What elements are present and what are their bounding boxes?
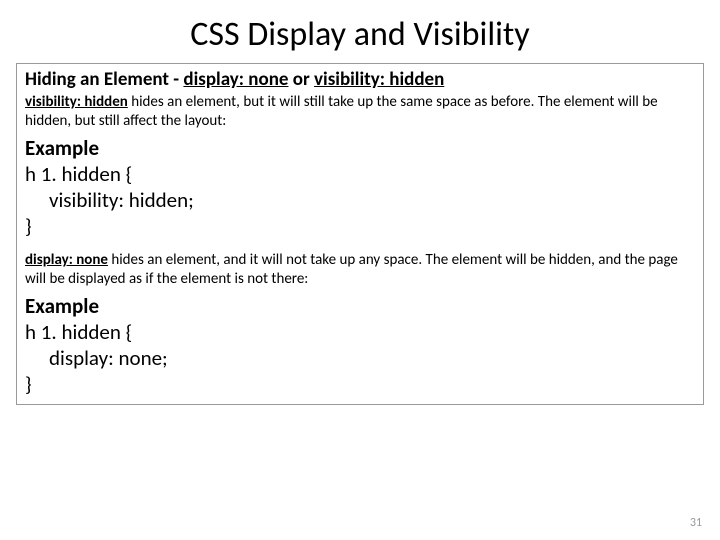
content-box: Hiding an Element - display: none or vis… xyxy=(16,63,704,405)
code-line: } xyxy=(25,371,32,397)
code-line: visibility: hidden; xyxy=(25,187,695,213)
code-block-display: h 1. hidden { display: none; } xyxy=(25,319,695,398)
display-rest-text: hides an element, and it will not take u… xyxy=(25,251,678,288)
display-paragraph: display: none hides an element, and it w… xyxy=(25,251,695,289)
code-line: h 1. hidden { xyxy=(25,161,132,187)
subheading-term-display: display: none xyxy=(183,68,288,91)
page-number: 31 xyxy=(690,516,702,530)
slide-title: CSS Display and Visibility xyxy=(0,0,720,63)
subheading-prefix: Hiding an Element - xyxy=(25,68,183,91)
visibility-paragraph: visibility: hidden hides an element, but… xyxy=(25,93,695,131)
subheading: Hiding an Element - display: none or vis… xyxy=(25,68,695,91)
subheading-mid: or xyxy=(288,68,314,91)
display-bold-term: display: none xyxy=(25,251,108,269)
code-line: h 1. hidden { xyxy=(25,319,132,345)
code-line: display: none; xyxy=(25,345,695,371)
visibility-bold-term: visibility: hidden xyxy=(25,93,128,111)
example-label-1: Example xyxy=(25,135,695,161)
code-line: } xyxy=(25,213,32,239)
subheading-term-visibility: visibility: hidden xyxy=(314,68,444,91)
code-block-visibility: h 1. hidden { visibility: hidden; } xyxy=(25,161,695,240)
example-label-2: Example xyxy=(25,293,695,319)
